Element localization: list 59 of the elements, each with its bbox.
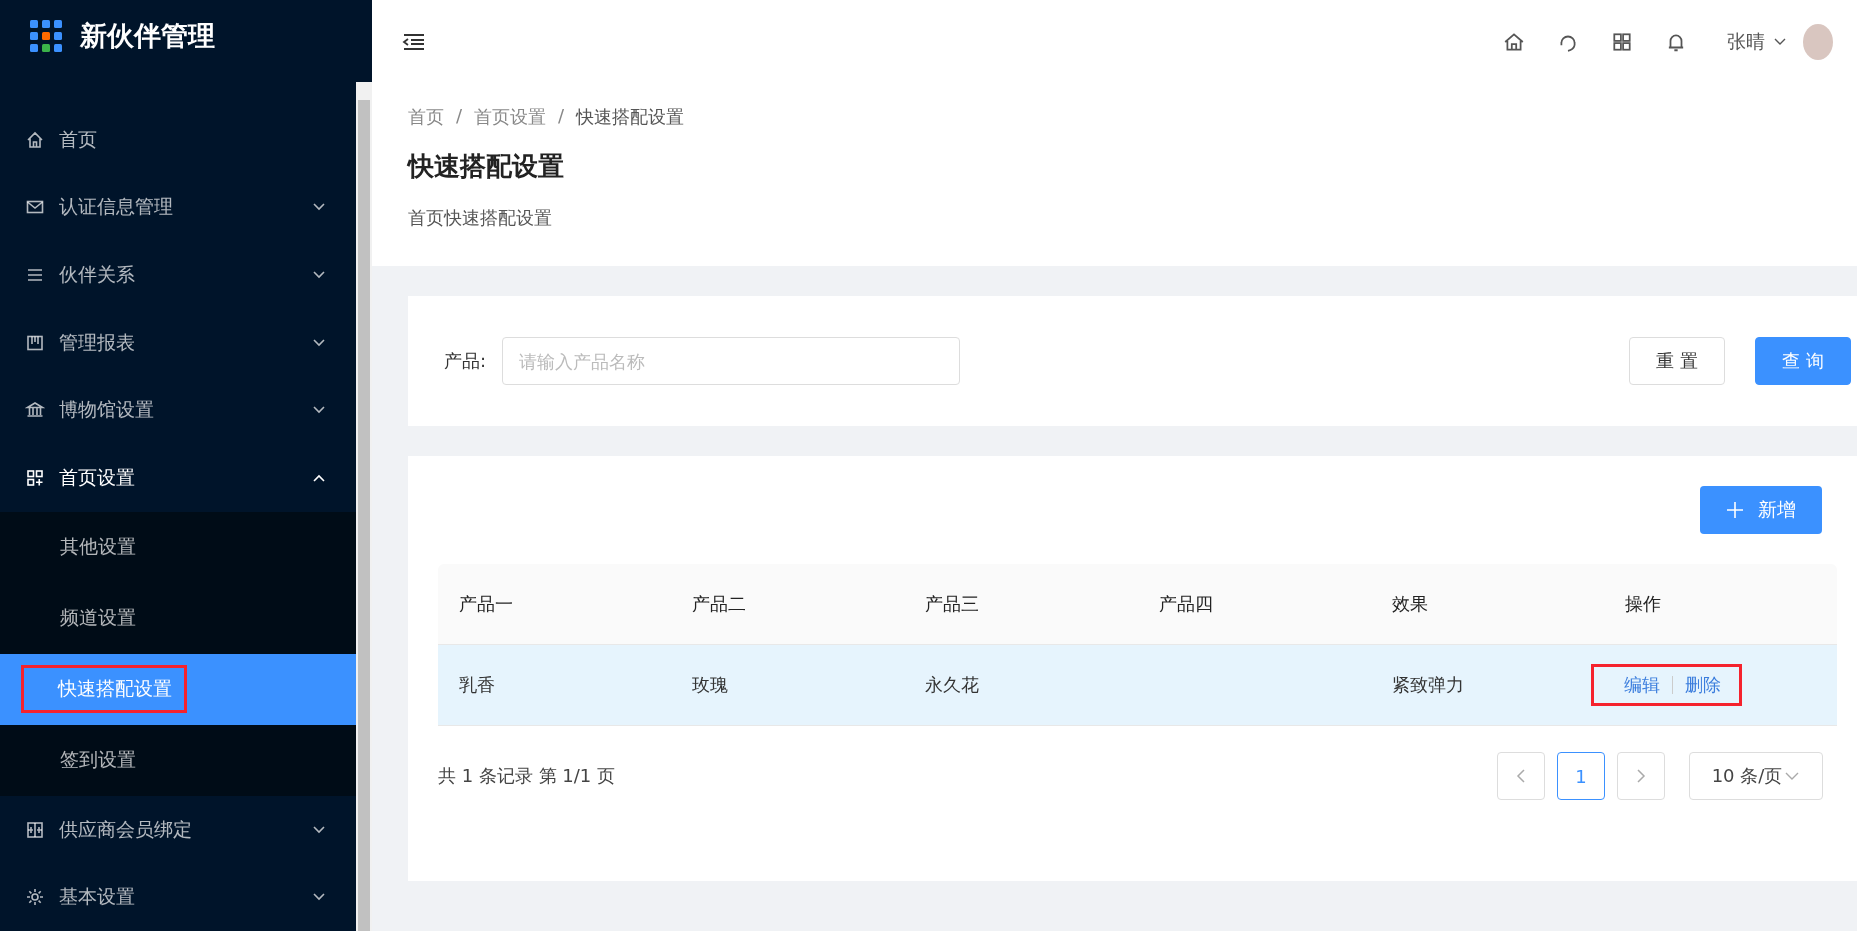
chevron-icon — [312, 892, 326, 903]
chevron-icon — [312, 337, 326, 348]
submenu-item[interactable]: 其他设置 — [0, 511, 356, 583]
column-header: 效果 — [1390, 592, 1429, 616]
table-cell-text: 永久花 — [924, 673, 981, 697]
sidebar-item[interactable]: 伙伴关系 — [0, 241, 356, 309]
chevron-icon — [1773, 36, 1787, 47]
breadcrumb-link[interactable]: 首页设置 — [474, 105, 547, 129]
reset-button[interactable]: 重 置 — [1629, 337, 1725, 385]
column-header: 产品三 — [924, 592, 981, 616]
search-field[interactable]: 请输入产品名称 — [502, 337, 961, 385]
app-logo-icon — [30, 20, 62, 52]
collapse-menu-icon[interactable] — [402, 31, 426, 52]
table-row[interactable]: 乳香 玫瑰 永久花 紧致弹力 编辑 删除 — [438, 645, 1837, 726]
grid-icon[interactable] — [1611, 30, 1633, 53]
chevron-icon — [312, 472, 326, 483]
submenu-item[interactable]: 签到设置 — [0, 724, 356, 796]
plus-icon — [1726, 501, 1744, 519]
edit-link[interactable]: 编辑 — [1623, 673, 1660, 697]
scrollbar[interactable] — [356, 82, 372, 931]
chevron-icon — [1784, 771, 1801, 781]
column-header: 产品二 — [691, 592, 748, 616]
field-label: 产品: — [444, 349, 487, 373]
column-header: 操作 — [1623, 592, 1662, 616]
table-cell-text: 乳香 — [458, 673, 496, 697]
chevron-right-icon — [1636, 768, 1646, 784]
chevron-icon — [312, 202, 326, 213]
chevron-icon — [312, 270, 326, 281]
delete-link[interactable]: 删除 — [1684, 673, 1721, 697]
grid-icon — [25, 819, 45, 840]
chevron-icon — [312, 405, 326, 416]
page-size-select[interactable]: 10 条/页 — [1689, 752, 1823, 800]
highlight-frame: 快速搭配设置 — [24, 668, 184, 711]
sidebar-item[interactable]: 基本设置 — [0, 863, 356, 931]
breadcrumb-separator: / — [558, 105, 565, 128]
home-icon — [25, 129, 45, 150]
sidebar-item[interactable]: 管理报表 — [0, 308, 356, 377]
record-summary: 共 1 条记录 第 1/1 页 — [438, 764, 617, 788]
table-cell-text: 玫瑰 — [691, 673, 730, 697]
page-title: 快速搭配设置 — [408, 150, 565, 183]
grid-icon — [25, 467, 45, 488]
app-title: 新伙伴管理 — [80, 19, 215, 53]
chevron-left-icon — [1516, 768, 1526, 784]
user-name[interactable]: 张晴 — [1727, 28, 1765, 55]
sidebar-item[interactable]: 认证信息管理 — [0, 173, 356, 242]
column-header: 产品四 — [1157, 592, 1214, 616]
sidebar-item[interactable]: 首页设置 — [0, 444, 356, 512]
breadcrumb-link[interactable]: 首页 — [408, 105, 444, 129]
chevron-icon — [312, 824, 326, 835]
submenu-item[interactable]: 频道设置 — [0, 582, 356, 654]
sidebar-item[interactable]: 供应商会员绑定 — [0, 795, 356, 864]
scrollbar-thumb[interactable] — [358, 100, 370, 931]
settings-icon — [25, 887, 45, 908]
table-cell-text: 紧致弹力 — [1390, 673, 1465, 697]
sidebar-item[interactable]: 博物馆设置 — [0, 376, 356, 445]
column-header: 产品一 — [458, 592, 514, 616]
sidebar-item[interactable]: 首页 — [0, 106, 356, 174]
breadcrumb-separator: / — [456, 105, 463, 128]
page-description: 首页快速搭配设置 — [408, 206, 553, 230]
